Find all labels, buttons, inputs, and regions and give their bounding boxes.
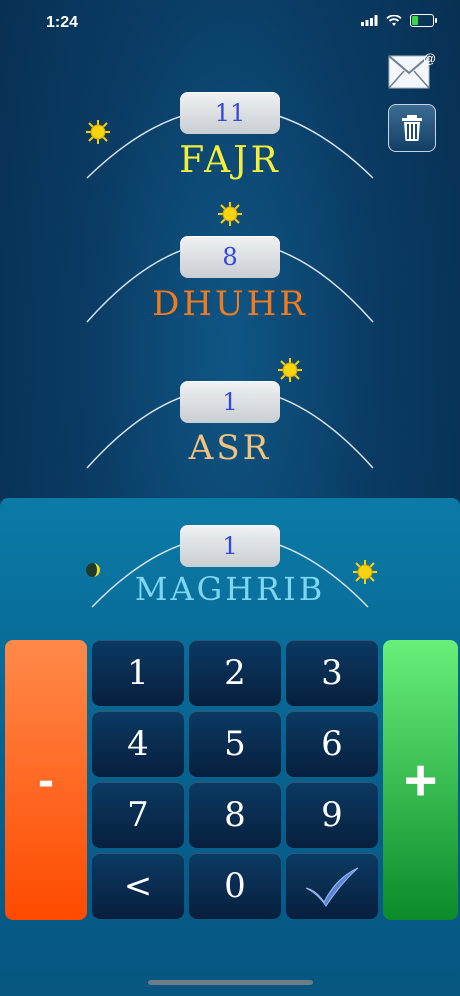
fajr-counter[interactable]: 11 bbox=[180, 92, 280, 134]
asr-counter[interactable]: 1 bbox=[180, 381, 280, 423]
key-8[interactable]: 8 bbox=[189, 782, 281, 848]
dhuhr-counter[interactable]: 8 bbox=[180, 236, 280, 278]
battery-icon bbox=[410, 14, 437, 27]
status-time: 1:24 bbox=[46, 14, 79, 31]
key-5[interactable]: 5 bbox=[189, 711, 281, 777]
key-4[interactable]: 4 bbox=[92, 711, 184, 777]
status-icons bbox=[361, 14, 437, 27]
key-0[interactable]: 0 bbox=[189, 853, 281, 919]
key-2[interactable]: 2 bbox=[189, 640, 281, 706]
email-button[interactable]: @ bbox=[388, 49, 438, 91]
asr-label: ASR bbox=[188, 428, 272, 468]
confirm-key[interactable] bbox=[286, 853, 378, 919]
mail-icon: @ bbox=[388, 51, 436, 89]
svg-text:@: @ bbox=[423, 51, 436, 66]
checkmark-icon bbox=[305, 867, 359, 907]
home-indicator bbox=[148, 980, 313, 985]
sun-icon bbox=[218, 202, 242, 226]
minus-button[interactable]: - bbox=[5, 640, 87, 920]
fajr-label: FAJR bbox=[179, 140, 281, 181]
key-9[interactable]: 9 bbox=[286, 782, 378, 848]
wifi-icon bbox=[386, 14, 402, 26]
key-3[interactable]: 3 bbox=[286, 640, 378, 706]
maghrib-label: MAGHRIB bbox=[134, 570, 326, 608]
delete-button[interactable] bbox=[388, 104, 436, 152]
cellular-icon bbox=[361, 15, 378, 26]
key-7[interactable]: 7 bbox=[92, 782, 184, 848]
backspace-key[interactable]: < bbox=[92, 853, 184, 919]
plus-button[interactable]: + bbox=[383, 640, 458, 920]
key-1[interactable]: 1 bbox=[92, 640, 184, 706]
dhuhr-label: DHUHR bbox=[152, 284, 308, 324]
key-6[interactable]: 6 bbox=[286, 711, 378, 777]
trash-icon bbox=[402, 115, 422, 141]
sun-icon bbox=[278, 358, 302, 382]
maghrib-counter[interactable]: 1 bbox=[180, 525, 280, 567]
